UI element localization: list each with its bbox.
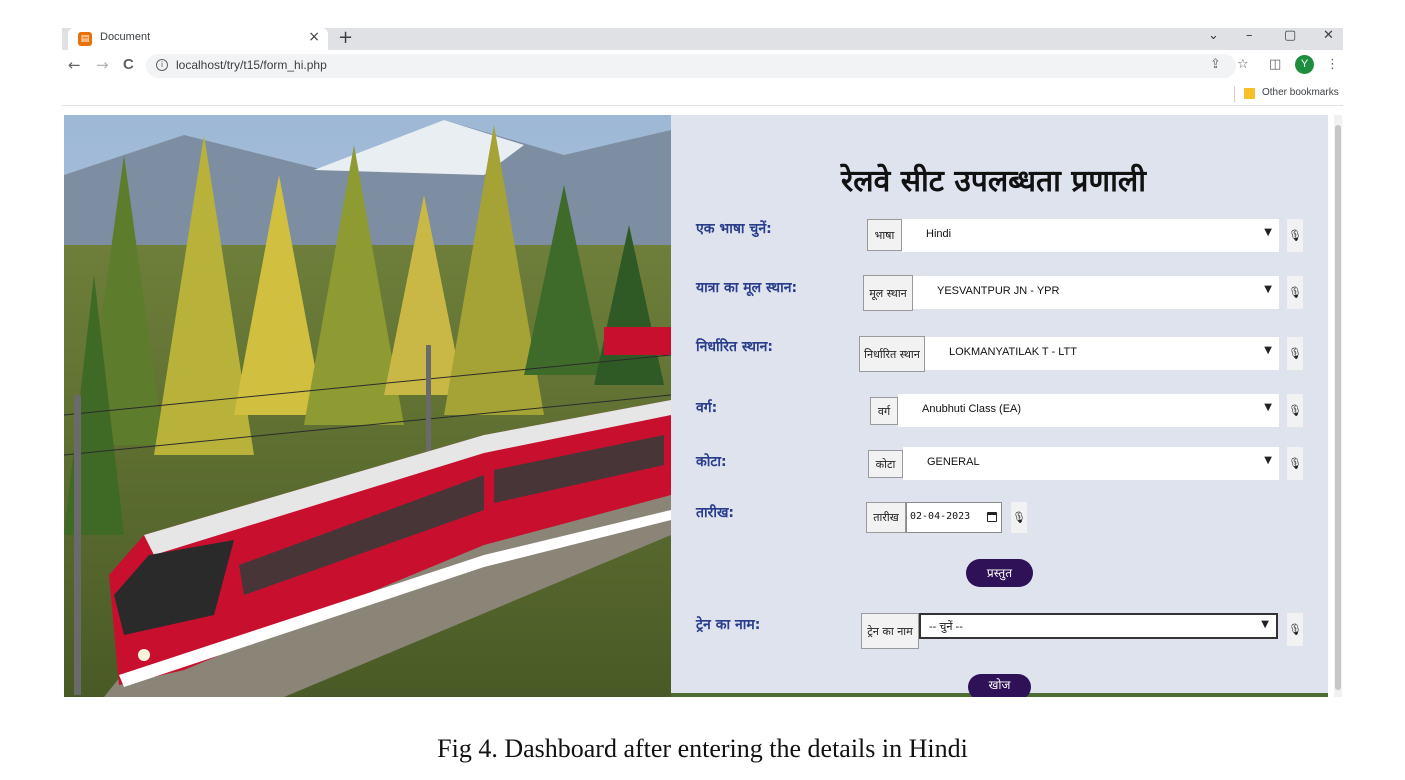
new-tab-button[interactable]: + <box>338 27 353 48</box>
scrollbar-thumb[interactable] <box>1335 125 1341 690</box>
mic-icon[interactable]: 🎙 <box>1287 447 1303 480</box>
calendar-icon[interactable] <box>987 512 997 522</box>
chevron-down-icon: ▼ <box>1264 227 1272 238</box>
destination-select[interactable]: LOKMANYATILAK T - LTT ▼ <box>925 337 1279 370</box>
bookmarks-bar: Other bookmarks <box>62 82 1343 106</box>
chevron-down-icon: ▼ <box>1264 402 1272 413</box>
class-tag: वर्ग <box>870 397 898 425</box>
tab-document[interactable]: ▤ Document × <box>68 28 328 50</box>
booking-form-panel: रेलवे सीट उपलब्धता प्रणाली एक भाषा चुनें… <box>671 115 1328 697</box>
mic-icon[interactable]: 🎙 <box>1011 502 1027 533</box>
train-landscape-image <box>64 115 671 697</box>
quota-tag: कोटा <box>868 450 903 478</box>
language-label: एक भाषा चुनें: <box>696 221 772 237</box>
class-label: वर्ग: <box>696 400 718 416</box>
maximize-button[interactable]: ▢ <box>1284 28 1296 43</box>
mic-icon[interactable]: 🎙 <box>1287 337 1303 370</box>
language-select[interactable]: Hindi ▼ <box>902 219 1279 252</box>
origin-label: यात्रा का मूल स्थान: <box>696 280 798 296</box>
mic-icon[interactable]: 🎙 <box>1287 219 1303 252</box>
chevron-down-icon: ▼ <box>1264 284 1272 295</box>
train-tag: ट्रेन का नाम <box>861 613 919 649</box>
train-select[interactable]: -- चुनें -- ▼ <box>919 613 1278 639</box>
tab-search-chevron-icon[interactable]: ⌄ <box>1208 28 1219 43</box>
close-window-button[interactable]: ✕ <box>1323 28 1334 43</box>
tab-title: Document <box>100 31 151 43</box>
tab-strip: ▤ Document × + ⌄ – ▢ ✕ <box>62 27 1343 50</box>
date-tag: तारीख <box>866 502 906 533</box>
language-select-value: Hindi <box>926 228 952 240</box>
submit-button[interactable]: प्रस्तुत <box>966 559 1033 587</box>
quota-select-value: GENERAL <box>927 456 980 468</box>
destination-tag: निर्धारित स्थान <box>859 336 925 372</box>
language-tag: भाषा <box>867 219 902 251</box>
share-icon[interactable]: ⇪ <box>1210 57 1221 72</box>
search-button[interactable]: खोज <box>968 674 1031 697</box>
origin-select[interactable]: YESVANTPUR JN - YPR ▼ <box>913 276 1279 309</box>
other-bookmarks-link[interactable]: Other bookmarks <box>1262 87 1339 98</box>
destination-select-value: LOKMANYATILAK T - LTT <box>949 346 1077 358</box>
date-label: तारीख: <box>696 505 735 521</box>
origin-tag: मूल स्थान <box>863 275 913 311</box>
bookmarks-divider <box>1234 86 1235 102</box>
document-favicon-icon: ▤ <box>78 32 92 46</box>
browser-toolbar: ← → C i localhost/try/t15/form_hi.php ⇪ … <box>62 50 1343 82</box>
class-select-value: Anubhuti Class (EA) <box>922 403 1022 415</box>
minimize-button[interactable]: – <box>1246 28 1253 43</box>
chevron-down-icon: ▼ <box>1264 345 1272 356</box>
page-viewport: रेलवे सीट उपलब्धता प्रणाली एक भाषा चुनें… <box>64 115 1328 697</box>
quota-label: कोटा: <box>696 454 727 470</box>
origin-select-value: YESVANTPUR JN - YPR <box>937 285 1060 297</box>
class-select[interactable]: Anubhuti Class (EA) ▼ <box>898 394 1279 427</box>
url-text[interactable]: localhost/try/t15/form_hi.php <box>176 58 327 72</box>
quota-select[interactable]: GENERAL ▼ <box>903 447 1279 480</box>
page-scrollbar[interactable] <box>1334 115 1342 697</box>
destination-label: निर्धारित स्थान: <box>696 339 773 355</box>
back-button[interactable]: ← <box>68 56 81 74</box>
page-title: रेलवे सीट उपलब्धता प्रणाली <box>841 164 1146 199</box>
mic-icon[interactable]: 🎙 <box>1287 394 1303 427</box>
train-label: ट्रेन का नाम: <box>696 617 761 633</box>
address-bar[interactable]: i localhost/try/t15/form_hi.php <box>146 54 1236 78</box>
figure-caption: Fig 4. Dashboard after entering the deta… <box>437 734 968 763</box>
folder-icon <box>1244 88 1255 99</box>
menu-icon[interactable]: ⋮ <box>1326 57 1339 72</box>
tab-close-icon[interactable]: × <box>308 29 320 45</box>
date-input[interactable]: 02-04-2023 <box>906 502 1002 533</box>
mic-icon[interactable]: 🎙 <box>1287 276 1303 309</box>
train-select-value: -- चुनें -- <box>929 621 963 633</box>
reload-button[interactable]: C <box>123 56 134 73</box>
side-panel-icon[interactable]: ◫ <box>1269 57 1281 72</box>
mic-icon[interactable]: 🎙 <box>1287 613 1303 646</box>
date-input-value: 02-04-2023 <box>910 511 971 522</box>
bookmark-star-icon[interactable]: ☆ <box>1237 57 1249 72</box>
profile-avatar[interactable]: Y <box>1295 55 1314 74</box>
chevron-down-icon: ▼ <box>1264 455 1272 466</box>
info-icon[interactable]: i <box>156 59 168 71</box>
forward-button[interactable]: → <box>96 56 109 74</box>
chevron-down-icon: ▼ <box>1261 619 1269 630</box>
